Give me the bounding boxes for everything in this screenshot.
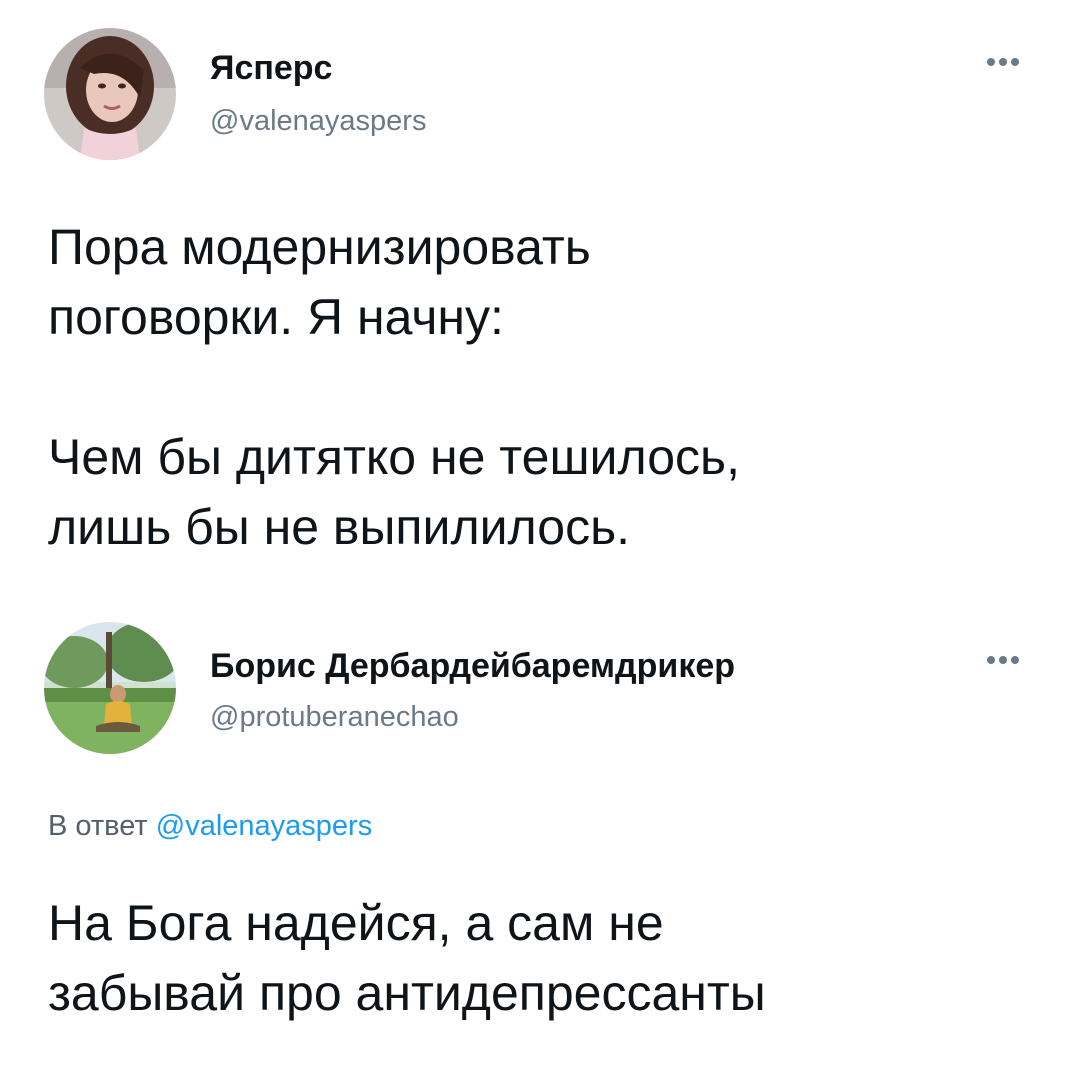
more-horizontal-icon bbox=[987, 58, 995, 66]
more-options-button[interactable] bbox=[981, 50, 1025, 74]
author-name[interactable]: Борис Дербардейбаремдрикер bbox=[210, 646, 735, 686]
author-handle[interactable]: @valenayaspers bbox=[210, 104, 426, 138]
author-name[interactable]: Ясперс bbox=[210, 48, 332, 88]
reply-prefix: В ответ bbox=[48, 810, 148, 842]
avatar[interactable] bbox=[44, 622, 176, 754]
more-dot bbox=[1011, 656, 1019, 664]
avatar-photo-icon bbox=[44, 28, 176, 160]
more-dot bbox=[999, 58, 1007, 66]
tweet-text: На Бога надейся, а сам не забывай про ан… bbox=[48, 895, 766, 1021]
avatar-photo-icon bbox=[44, 622, 176, 754]
reply-mention-link[interactable]: @valenayaspers bbox=[156, 810, 372, 842]
tweet-header-1: Ясперс @valenayaspers bbox=[0, 28, 1071, 168]
more-dot bbox=[999, 656, 1007, 664]
avatar[interactable] bbox=[44, 28, 176, 160]
tweet-text: Пора модернизировать поговорки. Я начну:… bbox=[48, 219, 740, 555]
more-options-button[interactable] bbox=[981, 648, 1025, 672]
more-horizontal-icon bbox=[987, 656, 995, 664]
tweet-header-2: Борис Дербардейбаремдрикер @protuberanec… bbox=[0, 622, 1071, 762]
more-dot bbox=[1011, 58, 1019, 66]
author-handle[interactable]: @protuberanechao bbox=[210, 700, 459, 734]
reply-context: В ответ @valenayaspers bbox=[48, 808, 372, 844]
